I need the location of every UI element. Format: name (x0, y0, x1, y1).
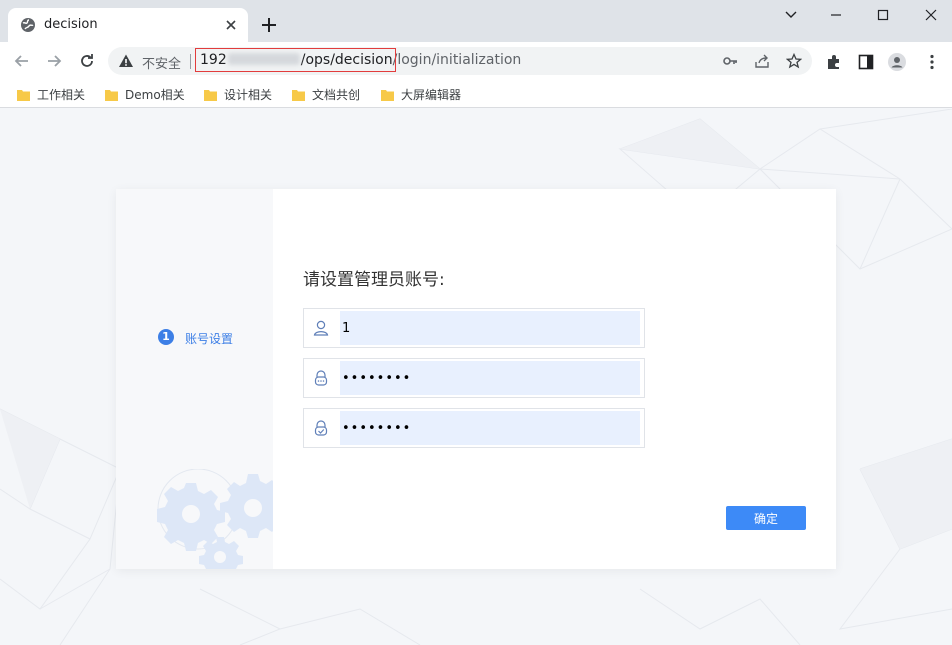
folder-icon (292, 90, 305, 101)
key-icon[interactable] (722, 53, 738, 69)
step-number-badge: 1 (158, 329, 174, 345)
bookmark-label: 设计相关 (224, 88, 273, 102)
kebab-menu-icon[interactable] (923, 53, 941, 71)
bookmark-label: 文档共创 (312, 88, 361, 102)
bookmark-folder[interactable]: 大屏编辑器 (381, 86, 461, 104)
steps-sidebar: 1 账号设置 (116, 189, 273, 569)
back-arrow-icon[interactable] (12, 51, 32, 71)
lock-check-icon (314, 420, 328, 436)
user-icon (313, 320, 329, 336)
chevron-down-icon[interactable] (779, 6, 803, 24)
bookmark-label: 工作相关 (37, 88, 86, 102)
bookmark-folder[interactable]: 设计相关 (204, 86, 272, 104)
confirm-password-input[interactable] (340, 411, 640, 445)
close-icon[interactable] (222, 16, 240, 34)
globe-icon (21, 18, 35, 32)
minimize-icon[interactable] (824, 6, 848, 24)
window-close-icon[interactable] (919, 6, 943, 24)
bookmark-folder[interactable]: 工作相关 (17, 86, 85, 104)
confirm-password-field (303, 408, 645, 448)
forward-arrow-icon[interactable] (44, 51, 64, 71)
gears-illustration (157, 469, 273, 569)
bookmark-label: 大屏编辑器 (401, 88, 462, 102)
password-input[interactable] (340, 361, 640, 395)
url-path-rest: /login/initialization (392, 52, 522, 68)
browser-tab[interactable]: decision (8, 8, 248, 42)
tab-title: decision (44, 17, 98, 32)
bookmark-label: Demo相关 (125, 88, 185, 102)
password-field (303, 358, 645, 398)
folder-icon (17, 90, 30, 101)
page-content: 1 账号设置 请设置管理员账号: 1 确定 (0, 109, 952, 645)
url-highlight-box (195, 48, 396, 72)
folder-icon (204, 90, 217, 101)
setup-card: 1 账号设置 请设置管理员账号: 1 确定 (116, 189, 836, 569)
confirm-button[interactable]: 确定 (726, 506, 806, 530)
folder-icon (105, 90, 118, 101)
folder-icon (381, 90, 394, 101)
lock-icon (314, 370, 328, 386)
profile-avatar-icon[interactable] (888, 53, 906, 71)
username-field (303, 308, 645, 348)
step-label-account: 账号设置 (185, 332, 234, 346)
extensions-icon[interactable] (825, 53, 843, 71)
username-input[interactable] (340, 311, 640, 345)
star-icon[interactable] (786, 53, 802, 69)
bookmark-folder[interactable]: Demo相关 (105, 86, 185, 104)
reload-icon[interactable] (77, 51, 97, 71)
bookmarks-bar: 工作相关 Demo相关 设计相关 文档共创 大屏编辑器 (0, 80, 952, 108)
warning-icon[interactable] (118, 53, 134, 69)
maximize-icon[interactable] (871, 6, 895, 24)
form-title: 请设置管理员账号: (303, 270, 445, 290)
share-icon[interactable] (754, 53, 770, 69)
bookmark-folder[interactable]: 文档共创 (292, 86, 360, 104)
omnibox-separator (190, 54, 191, 69)
plus-icon[interactable] (260, 16, 278, 34)
browser-titlebar: decision (0, 0, 952, 42)
browser-toolbar: 不安全 192/ops/decision/login/initializatio… (0, 42, 952, 80)
insecure-label[interactable]: 不安全 (142, 53, 181, 72)
side-panel-icon[interactable] (857, 53, 875, 71)
